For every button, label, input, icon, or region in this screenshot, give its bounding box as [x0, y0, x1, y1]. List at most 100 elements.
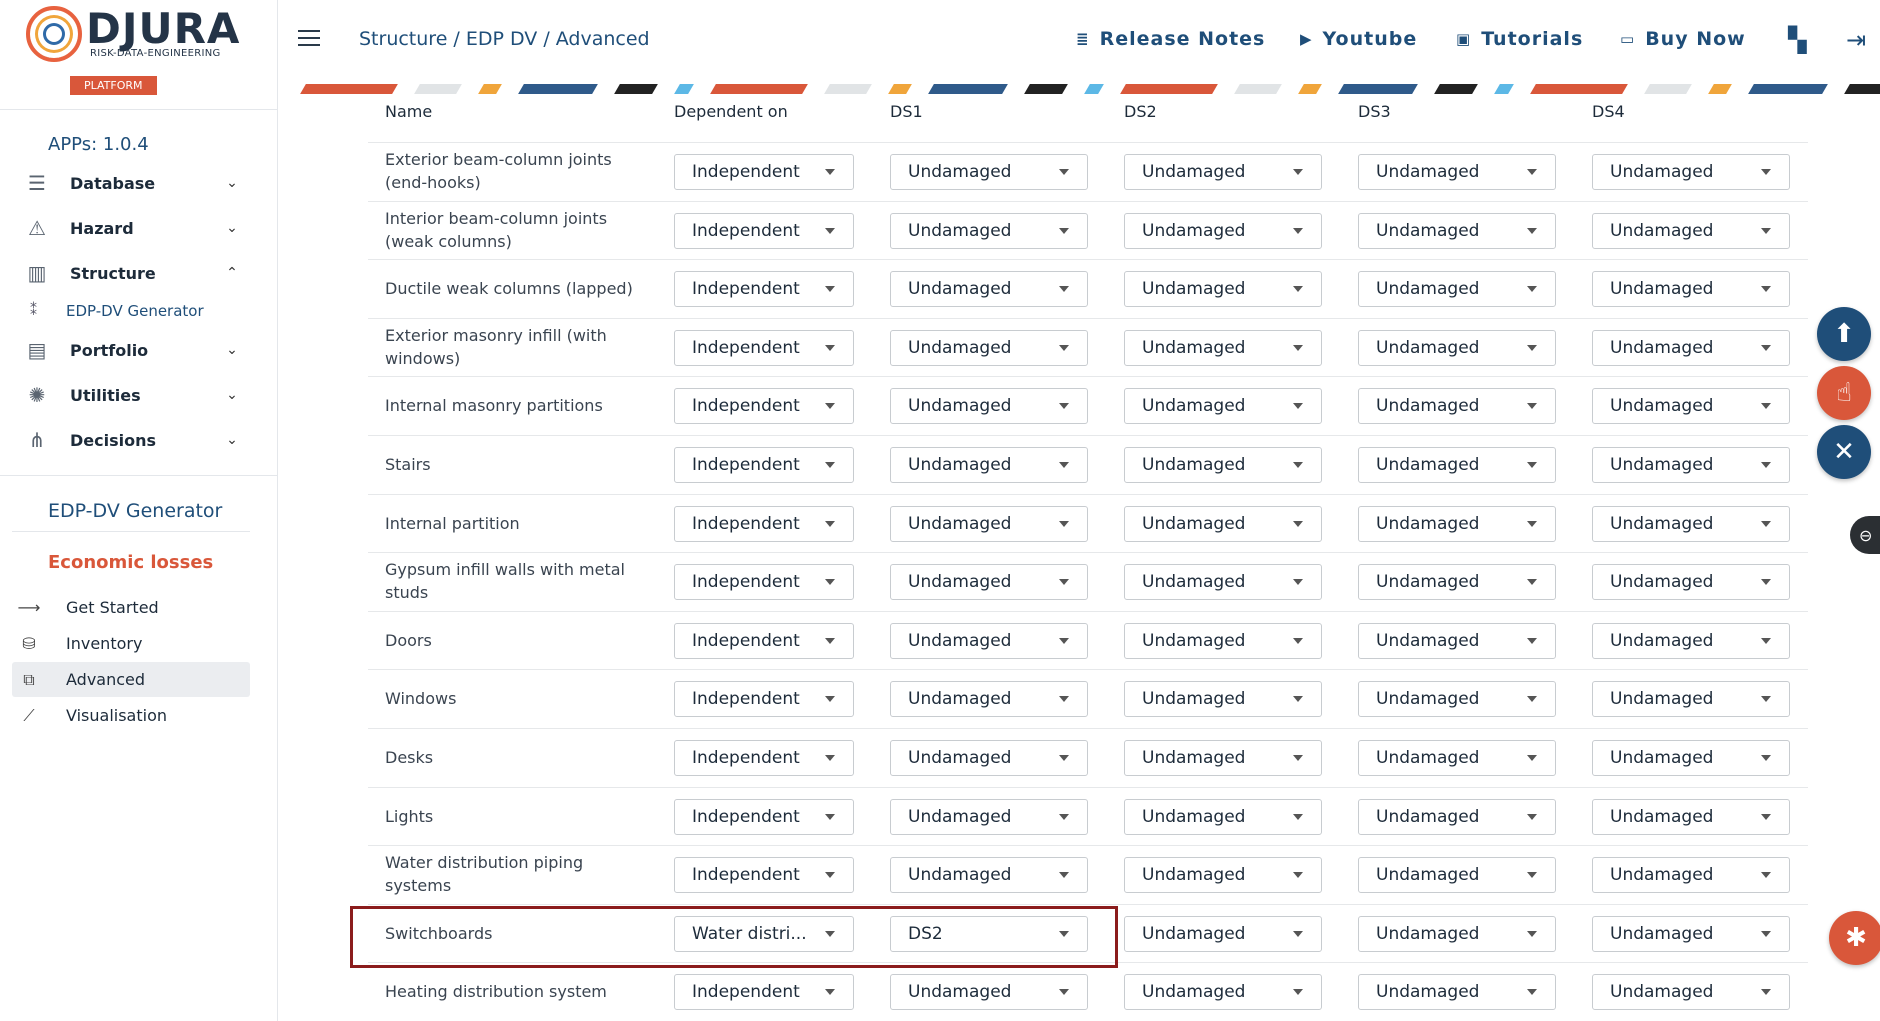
ds4-select[interactable]: Undamaged	[1592, 681, 1790, 718]
ds4-select[interactable]: Undamaged	[1592, 974, 1790, 1011]
ds3-select[interactable]: Undamaged	[1358, 681, 1556, 718]
ds2-select[interactable]: Undamaged	[1124, 915, 1322, 952]
ds2-select[interactable]: Undamaged	[1124, 505, 1322, 542]
youtube-link[interactable]: ▶ Youtube	[1300, 28, 1417, 50]
sidebar-item-utilities[interactable]: ✺ Utilities ⌄	[22, 378, 242, 412]
ds2-select[interactable]: Undamaged	[1124, 974, 1322, 1011]
ds1-select[interactable]: Undamaged	[890, 447, 1088, 483]
dependent-select[interactable]: Independent	[674, 154, 854, 190]
ds3-select[interactable]: Undamaged	[1358, 622, 1556, 659]
ds1-select[interactable]: Undamaged	[890, 505, 1088, 542]
ds1-select[interactable]: Undamaged	[890, 857, 1088, 894]
ds3-select[interactable]: Undamaged	[1358, 212, 1556, 249]
ds1-select[interactable]: Undamaged	[890, 681, 1088, 718]
dependent-select[interactable]: Independent	[674, 505, 854, 542]
sidebar-item-hazard[interactable]: ⚠ Hazard ⌄	[22, 211, 242, 245]
side-panel-toggle-icon[interactable]: ⊖	[1850, 516, 1880, 554]
ds4-select[interactable]: Undamaged	[1592, 798, 1790, 835]
ds1-select[interactable]: Undamaged	[890, 622, 1088, 659]
dependent-select[interactable]: Independent	[674, 622, 854, 659]
dependent-select[interactable]: Independent	[674, 329, 854, 366]
dependent-select[interactable]: Independent	[674, 857, 854, 894]
dependent-select[interactable]: Independent	[674, 974, 854, 1011]
release-notes-link[interactable]: ≣ Release Notes	[1076, 28, 1265, 50]
ds2-select[interactable]: Undamaged	[1124, 740, 1322, 776]
dependent-select[interactable]: Independent	[674, 212, 854, 249]
ds1-select[interactable]: Undamaged	[890, 564, 1088, 601]
ds3-select[interactable]: Undamaged	[1358, 974, 1556, 1011]
chevron-icon[interactable]: ⌄	[222, 432, 242, 448]
buy-now-link[interactable]: ▭ Buy Now	[1620, 28, 1746, 50]
ds2-select[interactable]: Undamaged	[1124, 857, 1322, 894]
chevron-icon[interactable]: ⌄	[222, 175, 242, 191]
djura-logo[interactable]: DJURA RISK-DATA-ENGINEERING PLATFORM	[22, 4, 242, 96]
ds4-select[interactable]: Undamaged	[1592, 505, 1790, 542]
dashboard-grid-icon[interactable]: ▚	[1788, 26, 1806, 54]
ds1-select[interactable]: Undamaged	[890, 798, 1088, 835]
menu-item-visualisation[interactable]: ⟋ Visualisation	[12, 698, 250, 733]
sidebar-item-decisions[interactable]: ⋔ Decisions ⌄	[22, 423, 242, 457]
dependent-select[interactable]: Independent	[674, 271, 854, 308]
ds2-select[interactable]: Undamaged	[1124, 798, 1322, 835]
ds2-select[interactable]: Undamaged	[1124, 329, 1322, 366]
hamburger-menu-icon[interactable]	[298, 30, 320, 46]
ds1-select[interactable]: Undamaged	[890, 740, 1088, 776]
menu-item-get-started[interactable]: ⟶ Get Started	[12, 590, 250, 625]
ds1-select[interactable]: Undamaged	[890, 271, 1088, 308]
ds1-select[interactable]: Undamaged	[890, 974, 1088, 1011]
ds4-select[interactable]: Undamaged	[1592, 915, 1790, 952]
chevron-icon[interactable]: ⌄	[222, 220, 242, 236]
upload-fab[interactable]: ⬆	[1817, 307, 1871, 361]
ds3-select[interactable]: Undamaged	[1358, 740, 1556, 776]
chevron-icon[interactable]: ⌃	[222, 265, 242, 281]
menu-item-advanced[interactable]: ⧉ Advanced	[12, 662, 250, 697]
ds3-select[interactable]: Undamaged	[1358, 154, 1556, 190]
chevron-icon[interactable]: ⌄	[222, 387, 242, 403]
ds4-select[interactable]: Undamaged	[1592, 622, 1790, 659]
ds3-select[interactable]: Undamaged	[1358, 915, 1556, 952]
ds3-select[interactable]: Undamaged	[1358, 271, 1556, 308]
dependent-select[interactable]: Independent	[674, 681, 854, 718]
ds2-select[interactable]: Undamaged	[1124, 388, 1322, 425]
sidebar-item-portfolio[interactable]: ▤ Portfolio ⌄	[22, 333, 242, 367]
sidebar-item-database[interactable]: ☰ Database ⌄	[22, 166, 242, 200]
ds4-select[interactable]: Undamaged	[1592, 857, 1790, 894]
ds2-select[interactable]: Undamaged	[1124, 154, 1322, 190]
ds3-select[interactable]: Undamaged	[1358, 857, 1556, 894]
ds4-select[interactable]: Undamaged	[1592, 154, 1790, 190]
menu-item-inventory[interactable]: ⛁ Inventory	[12, 626, 250, 661]
bug-report-fab[interactable]: ✱	[1829, 911, 1880, 965]
ds4-select[interactable]: Undamaged	[1592, 388, 1790, 425]
ds3-select[interactable]: Undamaged	[1358, 564, 1556, 601]
ds4-select[interactable]: Undamaged	[1592, 329, 1790, 366]
ds1-select[interactable]: Undamaged	[890, 329, 1088, 366]
ds1-select[interactable]: Undamaged	[890, 154, 1088, 190]
tutorials-link[interactable]: ▣ Tutorials	[1456, 28, 1583, 50]
ds4-select[interactable]: Undamaged	[1592, 212, 1790, 249]
sidebar-subitem-edp-dv-generator[interactable]: ⁑ EDP-DV Generator	[30, 302, 204, 320]
ds3-select[interactable]: Undamaged	[1358, 798, 1556, 835]
ds4-select[interactable]: Undamaged	[1592, 271, 1790, 308]
dependent-select[interactable]: Independent	[674, 388, 854, 425]
sidebar-item-structure[interactable]: ▥ Structure ⌃	[22, 256, 242, 290]
dependent-select[interactable]: Independent	[674, 447, 854, 483]
ds3-select[interactable]: Undamaged	[1358, 505, 1556, 542]
ds2-select[interactable]: Undamaged	[1124, 681, 1322, 718]
ds1-select[interactable]: Undamaged	[890, 388, 1088, 425]
ds3-select[interactable]: Undamaged	[1358, 447, 1556, 483]
ds2-select[interactable]: Undamaged	[1124, 271, 1322, 308]
close-fab[interactable]: ✕	[1817, 425, 1871, 479]
touch-fab[interactable]: ☝	[1817, 366, 1871, 420]
dependent-select[interactable]: Independent	[674, 564, 854, 601]
ds1-select[interactable]: Undamaged	[890, 212, 1088, 249]
ds4-select[interactable]: Undamaged	[1592, 447, 1790, 483]
ds2-select[interactable]: Undamaged	[1124, 564, 1322, 601]
ds4-select[interactable]: Undamaged	[1592, 564, 1790, 601]
ds4-select[interactable]: Undamaged	[1592, 740, 1790, 776]
ds3-select[interactable]: Undamaged	[1358, 329, 1556, 366]
ds2-select[interactable]: Undamaged	[1124, 212, 1322, 249]
dependent-select[interactable]: Independent	[674, 798, 854, 835]
chevron-icon[interactable]: ⌄	[222, 342, 242, 358]
ds2-select[interactable]: Undamaged	[1124, 622, 1322, 659]
ds3-select[interactable]: Undamaged	[1358, 388, 1556, 425]
